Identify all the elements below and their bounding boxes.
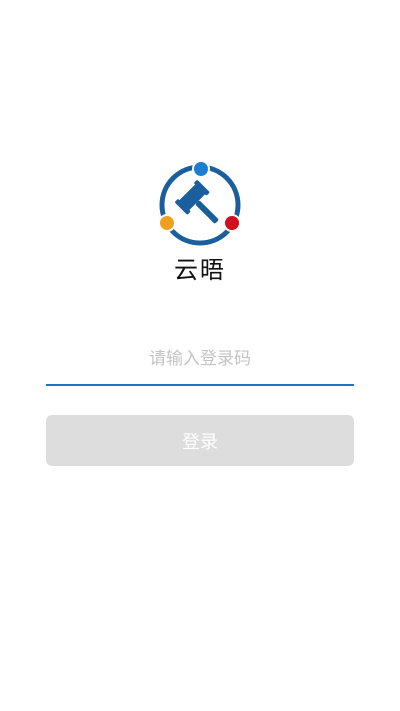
logo-dot-right <box>223 214 241 232</box>
logo-dot-top <box>192 160 210 178</box>
logo-dot-left <box>158 214 176 232</box>
login-screen: 云晤 登录 <box>0 0 400 711</box>
login-button[interactable]: 登录 <box>46 415 354 466</box>
login-code-field <box>46 338 354 386</box>
gavel-icon <box>158 160 241 246</box>
gavel-shape <box>175 180 219 224</box>
app-name: 云晤 <box>174 256 226 284</box>
app-logo <box>157 159 243 247</box>
login-code-input[interactable] <box>46 338 354 380</box>
